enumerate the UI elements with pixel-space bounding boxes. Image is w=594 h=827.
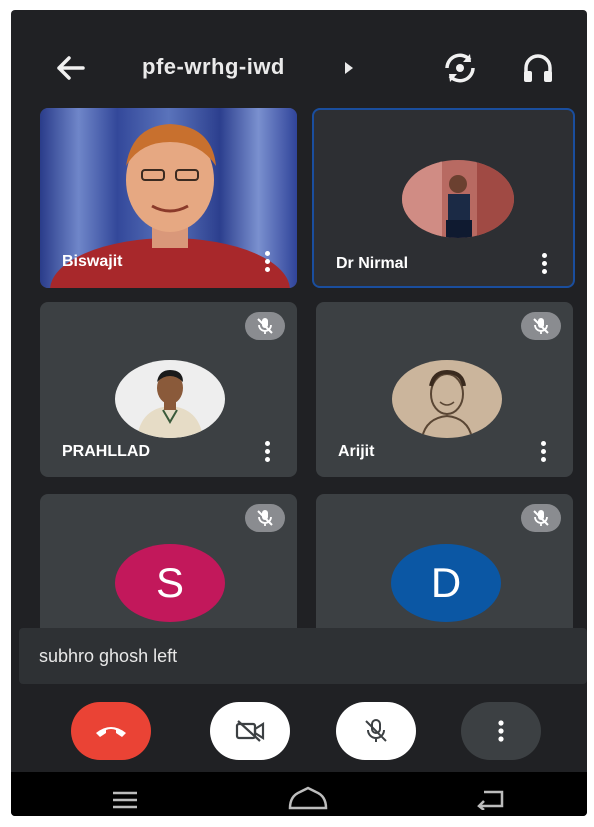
caret-right-icon[interactable] — [345, 62, 353, 74]
mic-off-icon — [533, 318, 549, 334]
avatar — [392, 360, 502, 438]
more-vertical-icon[interactable] — [541, 441, 547, 463]
more-vertical-icon[interactable] — [542, 253, 548, 275]
menu-icon[interactable] — [111, 790, 139, 810]
avatar — [115, 360, 225, 438]
top-bar: pfe-wrhg-iwd — [11, 10, 587, 102]
meeting-code[interactable]: pfe-wrhg-iwd — [142, 54, 285, 80]
mic-off-badge — [521, 312, 561, 340]
avatar-initial: D — [391, 544, 501, 622]
more-vertical-icon — [498, 720, 504, 742]
participant-name: Biswajit — [62, 253, 123, 270]
camera-toggle-button[interactable] — [210, 702, 290, 760]
mic-toggle-button[interactable] — [336, 702, 416, 760]
avatar-initial: S — [115, 544, 225, 622]
end-call-icon — [96, 727, 126, 737]
more-options-button[interactable] — [461, 702, 541, 760]
participant-tile-arijit[interactable]: Arijit — [316, 302, 573, 477]
mic-off-icon — [533, 510, 549, 526]
system-nav-bar — [11, 772, 587, 816]
more-vertical-icon[interactable] — [265, 441, 271, 463]
mic-off-badge — [245, 504, 285, 532]
mic-off-badge — [521, 504, 561, 532]
participant-left-toast: subhro ghosh left — [19, 628, 587, 684]
avatar — [402, 160, 514, 238]
mic-off-icon — [257, 510, 273, 526]
end-call-button[interactable] — [71, 702, 151, 760]
home-icon[interactable] — [286, 786, 330, 812]
participant-tile-prahllad[interactable]: PRAHLLAD — [40, 302, 297, 477]
meeting-screen: pfe-wrhg-iwd Biswajit Dr Nirmal PRAHLLAD… — [11, 10, 587, 816]
toast-message: subhro ghosh left — [39, 646, 178, 666]
headphones-icon[interactable] — [521, 52, 555, 84]
participant-name: Dr Nirmal — [336, 255, 409, 272]
participant-tile-biswajit[interactable]: Biswajit — [40, 108, 297, 288]
mic-off-badge — [245, 312, 285, 340]
mic-off-icon — [365, 719, 387, 742]
back-arrow-icon[interactable] — [53, 53, 87, 83]
more-vertical-icon[interactable] — [265, 251, 271, 273]
participant-name: PRAHLLAD — [62, 443, 150, 460]
participant-name: Arijit — [338, 443, 375, 460]
mic-off-icon — [257, 318, 273, 334]
switch-camera-icon[interactable] — [442, 52, 478, 84]
back-icon[interactable] — [476, 788, 506, 810]
participant-tile-dr-nirmal[interactable]: Dr Nirmal — [312, 108, 575, 288]
camera-off-icon — [235, 720, 265, 742]
